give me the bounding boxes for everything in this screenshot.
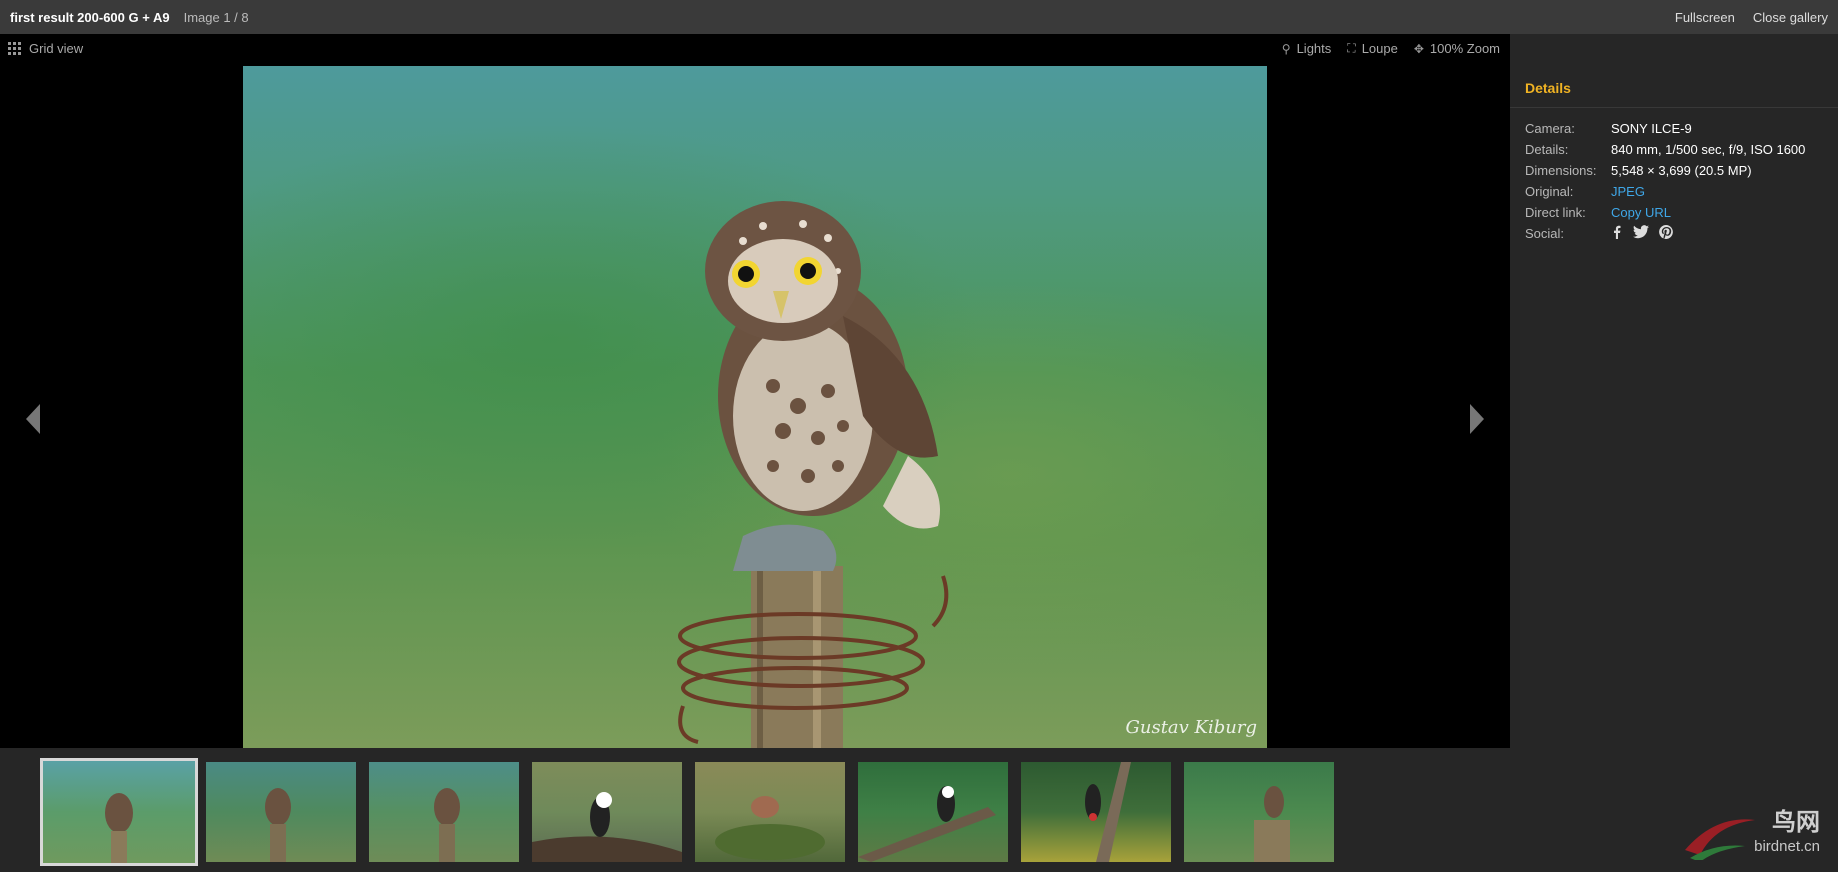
- logo-url-text: birdnet.cn: [1754, 838, 1820, 855]
- dimensions-value: 5,548 × 3,699 (20.5 MP): [1611, 163, 1752, 178]
- details-table: Camera: SONY ILCE-9 Details: 840 mm, 1/5…: [1525, 118, 1805, 244]
- thumbnail-7[interactable]: [1021, 762, 1171, 862]
- image-stage: Grid view ⚲ Lights ⛶ Loupe ✥ 100% Zoom G…: [0, 34, 1510, 748]
- thumbnail-8[interactable]: [1184, 762, 1334, 862]
- grid-icon: [8, 42, 21, 55]
- thumbnail-5[interactable]: [695, 762, 845, 862]
- social-icons: [1611, 225, 1683, 242]
- divider: [1510, 107, 1838, 108]
- lightbulb-icon: ⚲: [1281, 41, 1291, 56]
- fullscreen-button[interactable]: Fullscreen: [1675, 10, 1735, 25]
- zoom-button[interactable]: ✥ 100% Zoom: [1414, 41, 1500, 56]
- loupe-icon: ⛶: [1347, 41, 1356, 55]
- viewer-tools: ⚲ Lights ⛶ Loupe ✥ 100% Zoom: [1266, 41, 1500, 56]
- twitter-icon[interactable]: [1633, 225, 1649, 242]
- social-label: Social:: [1525, 226, 1565, 241]
- direct-link-row: Direct link: Copy URL: [1525, 202, 1805, 223]
- owl-thumb-illustration: [1254, 786, 1290, 862]
- woodpecker-thumb-illustration: [532, 792, 682, 862]
- details-sidebar: Details Camera: SONY ILCE-9 Details: 840…: [1510, 34, 1838, 872]
- thumbnail-2[interactable]: [206, 762, 356, 862]
- thumbnail-1[interactable]: [40, 758, 198, 866]
- lights-button[interactable]: ⚲ Lights: [1282, 41, 1332, 56]
- dimensions-label: Dimensions:: [1525, 163, 1597, 178]
- grid-view-button[interactable]: Grid view: [8, 41, 83, 56]
- previous-image-button[interactable]: [26, 404, 40, 434]
- facebook-icon[interactable]: [1611, 225, 1623, 242]
- loupe-button[interactable]: ⛶ Loupe: [1347, 41, 1398, 56]
- social-row: Social:: [1525, 223, 1805, 244]
- camera-row: Camera: SONY ILCE-9: [1525, 118, 1805, 139]
- hawfinch-thumb-illustration: [715, 796, 825, 860]
- gallery-title: first result 200-600 G + A9: [10, 9, 170, 25]
- pinterest-icon[interactable]: [1659, 225, 1673, 242]
- owl-on-post-illustration: [677, 201, 949, 748]
- woodpecker-thumb-illustration: [1085, 762, 1131, 862]
- camera-value: SONY ILCE-9: [1611, 121, 1692, 136]
- photographer-watermark: Gustav Kiburg: [1125, 717, 1257, 738]
- thumbnail-4[interactable]: [532, 762, 682, 862]
- exif-row: Details: 840 mm, 1/500 sec, f/9, ISO 160…: [1525, 139, 1805, 160]
- next-image-button[interactable]: [1470, 404, 1484, 434]
- thumbnail-strip: [0, 748, 1510, 872]
- image-counter: Image 1 / 8: [183, 9, 249, 25]
- logo-chinese-text: 鸟网: [1772, 809, 1820, 836]
- copy-url-link[interactable]: Copy URL: [1611, 205, 1671, 220]
- camera-label: Camera:: [1525, 121, 1575, 136]
- thumbnail-6[interactable]: [858, 762, 1008, 862]
- owl-thumb-illustration: [105, 793, 133, 863]
- loupe-label: Loupe: [1361, 41, 1398, 56]
- lights-label: Lights: [1296, 41, 1332, 56]
- exif-value: 840 mm, 1/500 sec, f/9, ISO 1600: [1611, 142, 1806, 157]
- dimensions-row: Dimensions: 5,548 × 3,699 (20.5 MP): [1525, 160, 1805, 181]
- exif-label: Details:: [1525, 142, 1569, 157]
- viewer-toolbar: Grid view ⚲ Lights ⛶ Loupe ✥ 100% Zoom: [0, 34, 1510, 64]
- owl-thumb-illustration: [265, 788, 291, 862]
- birdnet-swoosh-icon: [1685, 819, 1755, 860]
- original-label: Original:: [1525, 184, 1574, 199]
- details-heading: Details: [1525, 80, 1571, 96]
- owl-thumb-illustration: [434, 788, 460, 862]
- thumbnail-3[interactable]: [369, 762, 519, 862]
- original-row: Original: JPEG: [1525, 181, 1805, 202]
- zoom-label: 100% Zoom: [1429, 41, 1500, 56]
- close-gallery-button[interactable]: Close gallery: [1753, 10, 1828, 25]
- original-jpeg-link[interactable]: JPEG: [1611, 184, 1645, 199]
- main-photo[interactable]: Gustav Kiburg: [243, 66, 1267, 748]
- zoom-move-icon: ✥: [1413, 41, 1424, 56]
- top-bar: first result 200-600 G + A9 Image 1 / 8 …: [0, 0, 1838, 34]
- woodpecker-thumb-illustration: [858, 786, 996, 862]
- direct-link-label: Direct link:: [1525, 205, 1586, 220]
- birdnet-logo: 鸟网 birdnet.cn: [1680, 800, 1830, 864]
- grid-view-label: Grid view: [29, 41, 84, 56]
